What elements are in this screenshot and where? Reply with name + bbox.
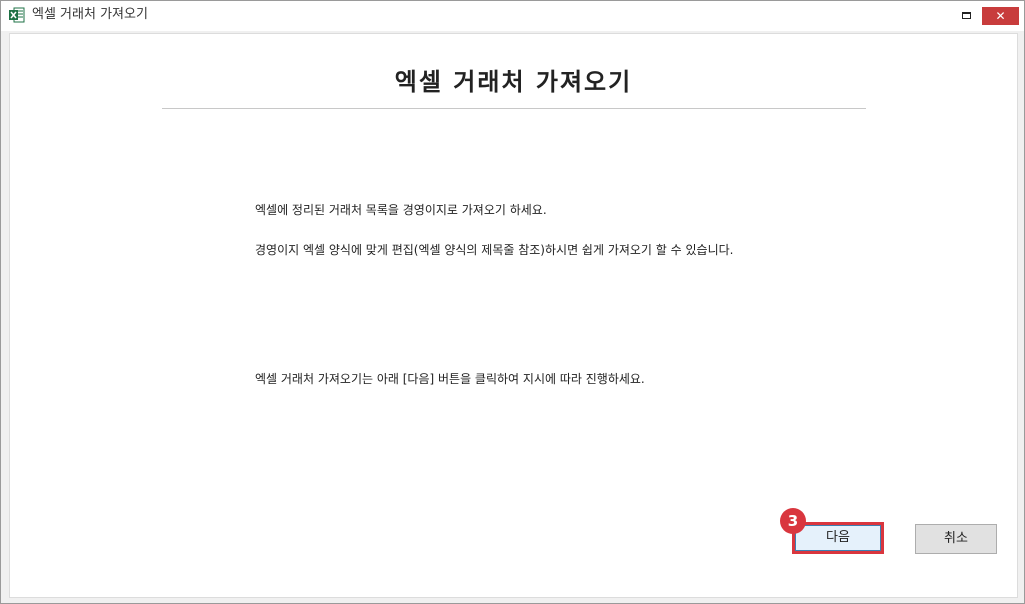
maximize-icon xyxy=(962,12,971,19)
instruction-text-2: 경영이지 엑셀 양식에 맞게 편집(엑셀 양식의 제목줄 참조)하시면 쉽게 가… xyxy=(255,243,734,257)
next-button-label: 다음 xyxy=(795,525,881,551)
title-bar: 엑셀 거래처 가져오기 ✕ xyxy=(1,1,1024,31)
instruction-text-3: 엑셀 거래처 가져오기는 아래 [다음] 버튼을 클릭하여 지시에 따라 진행하… xyxy=(255,372,645,386)
page-title: 엑셀 거래처 가져오기 xyxy=(394,68,633,96)
window-title: 엑셀 거래처 가져오기 xyxy=(32,7,148,22)
excel-icon xyxy=(9,7,25,23)
content-panel: 엑셀 거래처 가져오기 엑셀에 정리된 거래처 목록을 경영이지로 가져오기 하… xyxy=(9,33,1018,598)
close-icon: ✕ xyxy=(995,9,1006,23)
close-button[interactable]: ✕ xyxy=(982,7,1019,25)
next-button[interactable]: 다음 xyxy=(792,522,884,554)
cancel-button[interactable]: 취소 xyxy=(915,524,997,554)
step-number-badge: 3 xyxy=(780,508,806,534)
title-divider xyxy=(162,108,866,109)
dialog-window: 엑셀 거래처 가져오기 ✕ 엑셀 거래처 가져오기 엑셀에 정리된 거래처 목록… xyxy=(0,0,1025,604)
maximize-button[interactable] xyxy=(952,3,980,27)
instruction-text-1: 엑셀에 정리된 거래처 목록을 경영이지로 가져오기 하세요. xyxy=(255,203,547,217)
